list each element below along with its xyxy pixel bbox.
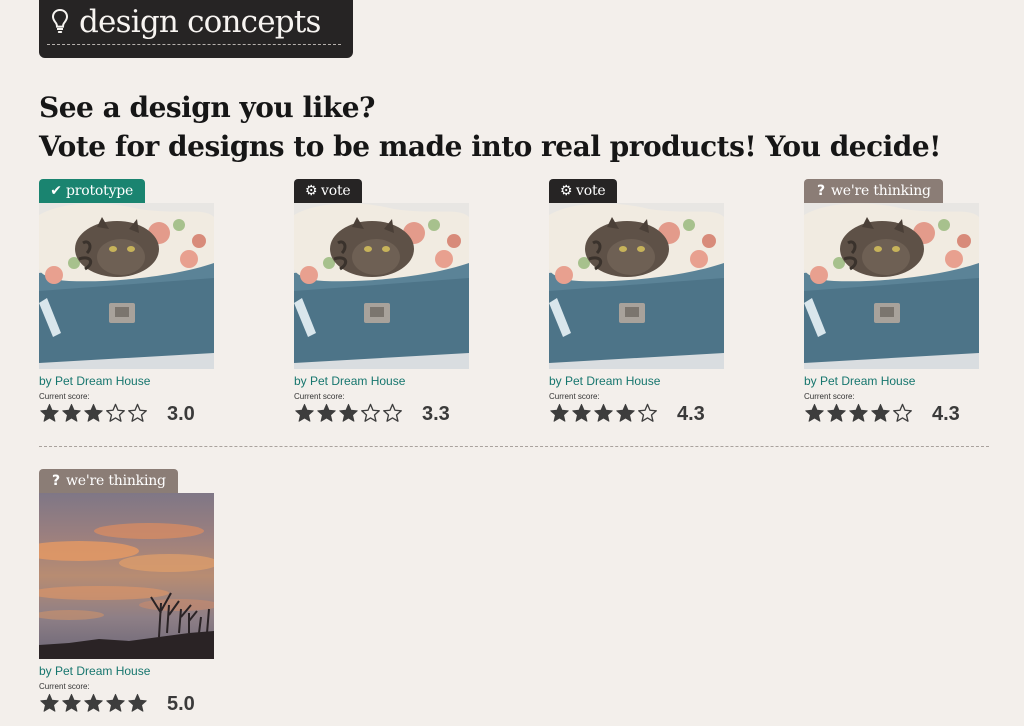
design-thumbnail[interactable] (39, 493, 214, 659)
badge-label: vote (321, 183, 351, 199)
design-thumbnail[interactable] (549, 203, 724, 369)
score-value: 4.3 (677, 403, 705, 425)
star-filled-icon[interactable] (549, 402, 570, 424)
star-filled-icon[interactable] (105, 692, 126, 714)
page: design concepts See a design you like? V… (39, 0, 989, 726)
badge-label: prototype (66, 183, 134, 199)
star-rating[interactable] (39, 692, 148, 716)
checkmark-icon: ✔ (50, 183, 62, 199)
star-filled-icon[interactable] (826, 402, 847, 424)
sunset-sky-photo (39, 493, 214, 659)
headline-question: See a design you like? (39, 91, 375, 124)
star-empty-icon[interactable] (105, 402, 126, 424)
star-filled-icon[interactable] (39, 692, 60, 714)
star-rating[interactable] (39, 402, 148, 426)
cat-suitcase-photo (39, 203, 214, 369)
designer-link[interactable]: by Pet Dream House (39, 664, 150, 678)
status-badge-thinking[interactable]: ? we're thinking (804, 179, 943, 203)
star-filled-icon[interactable] (294, 402, 315, 424)
cat-suitcase-photo (294, 203, 469, 369)
cat-suitcase-photo (804, 203, 979, 369)
star-filled-icon[interactable] (83, 692, 104, 714)
star-filled-icon[interactable] (870, 402, 891, 424)
star-empty-icon[interactable] (382, 402, 403, 424)
star-filled-icon[interactable] (848, 402, 869, 424)
cat-suitcase-photo (549, 203, 724, 369)
score-label: Current score: (804, 392, 855, 401)
badge-label: we're thinking (831, 183, 931, 199)
row-divider (39, 446, 989, 447)
score-value: 3.3 (422, 403, 450, 425)
headline-call-to-action: Vote for designs to be made into real pr… (39, 130, 941, 163)
badge-label: we're thinking (66, 473, 166, 489)
score-value: 5.0 (167, 693, 195, 715)
score-value: 4.3 (932, 403, 960, 425)
star-filled-icon[interactable] (83, 402, 104, 424)
question-icon: ? (817, 183, 825, 199)
star-empty-icon[interactable] (637, 402, 658, 424)
star-filled-icon[interactable] (127, 692, 148, 714)
star-rating[interactable] (549, 402, 658, 426)
star-empty-icon[interactable] (360, 402, 381, 424)
gear-icon: ⚙ (304, 183, 318, 199)
score-label: Current score: (39, 392, 90, 401)
designer-link[interactable]: by Pet Dream House (294, 374, 405, 388)
star-filled-icon[interactable] (338, 402, 359, 424)
designer-link[interactable]: by Pet Dream House (39, 374, 150, 388)
section-title: design concepts (79, 4, 321, 40)
star-filled-icon[interactable] (615, 402, 636, 424)
star-filled-icon[interactable] (61, 692, 82, 714)
star-empty-icon[interactable] (127, 402, 148, 424)
star-filled-icon[interactable] (804, 402, 825, 424)
status-badge-thinking[interactable]: ? we're thinking (39, 469, 178, 493)
star-rating[interactable] (294, 402, 403, 426)
star-filled-icon[interactable] (593, 402, 614, 424)
score-value: 3.0 (167, 403, 195, 425)
status-badge-prototype[interactable]: ✔ prototype (39, 179, 146, 203)
designer-link[interactable]: by Pet Dream House (549, 374, 660, 388)
star-filled-icon[interactable] (316, 402, 337, 424)
status-badge-vote[interactable]: ⚙ vote (549, 179, 618, 203)
gear-icon: ⚙ (559, 183, 573, 199)
title-underline (47, 44, 341, 45)
star-rating[interactable] (804, 402, 913, 426)
design-thumbnail[interactable] (804, 203, 979, 369)
score-label: Current score: (39, 682, 90, 691)
star-filled-icon[interactable] (61, 402, 82, 424)
badge-label: vote (576, 183, 606, 199)
score-label: Current score: (549, 392, 600, 401)
section-header: design concepts (39, 0, 353, 58)
status-badge-vote[interactable]: ⚙ vote (294, 179, 363, 203)
design-thumbnail[interactable] (294, 203, 469, 369)
star-empty-icon[interactable] (892, 402, 913, 424)
score-label: Current score: (294, 392, 345, 401)
lightbulb-icon (51, 8, 69, 33)
question-icon: ? (52, 473, 60, 489)
design-thumbnail[interactable] (39, 203, 214, 369)
star-filled-icon[interactable] (571, 402, 592, 424)
designer-link[interactable]: by Pet Dream House (804, 374, 915, 388)
star-filled-icon[interactable] (39, 402, 60, 424)
page-headline: See a design you like? Vote for designs … (39, 88, 969, 166)
